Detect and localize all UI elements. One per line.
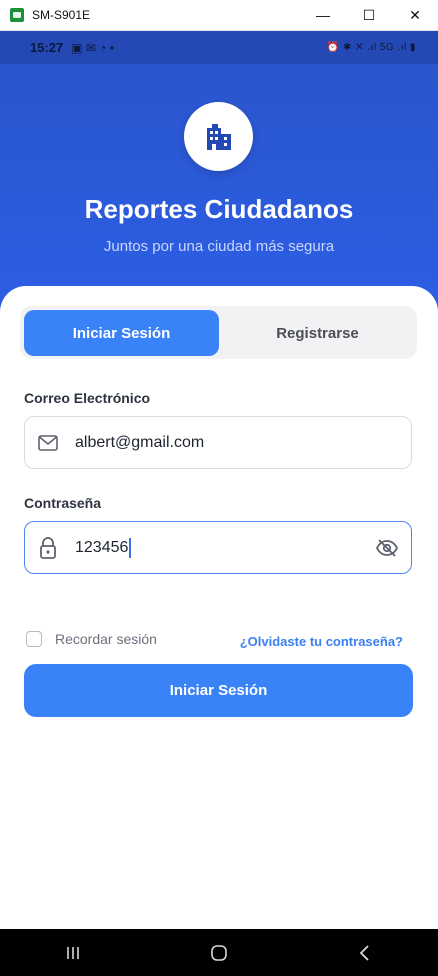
remember-label: Recordar sesión xyxy=(55,631,157,647)
text-caret xyxy=(129,537,131,558)
email-value: albert@gmail.com xyxy=(75,433,205,451)
close-button[interactable]: ✕ xyxy=(392,0,438,31)
back-icon xyxy=(359,944,369,961)
home-icon xyxy=(211,944,227,961)
remember-checkbox[interactable] xyxy=(26,631,42,647)
eye-off-icon xyxy=(375,538,399,557)
email-field[interactable]: albert@gmail.com xyxy=(24,416,412,469)
home-button[interactable] xyxy=(199,933,239,973)
window-title: SM-S901E xyxy=(32,8,91,22)
minimize-button[interactable]: — xyxy=(300,0,346,31)
back-button[interactable] xyxy=(345,933,385,973)
mail-icon xyxy=(37,432,59,454)
app-icon xyxy=(10,8,24,22)
email-label: Correo Electrónico xyxy=(24,390,151,406)
system-status-icons: ⏰ ✱ ✕ .ıl 5G .ıl ▮ xyxy=(326,42,416,53)
notification-icons: ▣ ✉ ◔ • xyxy=(71,40,115,55)
maximize-button[interactable]: ☐ xyxy=(346,0,392,31)
status-time: 15:27 xyxy=(30,40,64,55)
remember-session[interactable]: Recordar sesión xyxy=(26,631,157,647)
tab-login[interactable]: Iniciar Sesión xyxy=(24,310,219,356)
recent-apps-button[interactable] xyxy=(53,933,93,973)
android-nav-bar xyxy=(0,929,438,976)
logo-badge xyxy=(184,102,253,171)
window-titlebar: SM-S901E — ☐ ✕ xyxy=(0,0,438,31)
app-title: Reportes Ciudadanos xyxy=(84,194,354,224)
password-value: 123456 xyxy=(75,538,129,556)
app-subtitle: Juntos por una ciudad más segura xyxy=(103,238,335,255)
forgot-password-link[interactable]: ¿Olvidaste tu contraseña? xyxy=(240,634,403,649)
auth-tabs: Iniciar Sesión Registrarse xyxy=(20,306,417,359)
window-controls: — ☐ ✕ xyxy=(300,0,438,31)
phone-screen: 15:27 ▣ ✉ ◔ • ⏰ ✱ ✕ .ıl 5G .ıl ▮ Reporte… xyxy=(0,31,438,976)
lock-icon xyxy=(37,536,59,559)
building-icon xyxy=(206,123,231,150)
tab-register[interactable]: Registrarse xyxy=(220,310,415,356)
header: 15:27 ▣ ✉ ◔ • ⏰ ✱ ✕ .ıl 5G .ıl ▮ Reporte… xyxy=(0,31,438,321)
status-bar: 15:27 ▣ ✉ ◔ • ⏰ ✱ ✕ .ıl 5G .ıl ▮ xyxy=(0,31,438,64)
login-submit-button[interactable]: Iniciar Sesión xyxy=(24,664,413,717)
login-card: Iniciar Sesión Registrarse Correo Electr… xyxy=(0,286,438,931)
recent-apps-icon xyxy=(67,946,79,959)
password-value-wrap: 123456 xyxy=(75,537,131,558)
password-label: Contraseña xyxy=(24,495,102,511)
password-field[interactable]: 123456 xyxy=(24,521,412,574)
toggle-visibility-button[interactable] xyxy=(375,536,399,560)
